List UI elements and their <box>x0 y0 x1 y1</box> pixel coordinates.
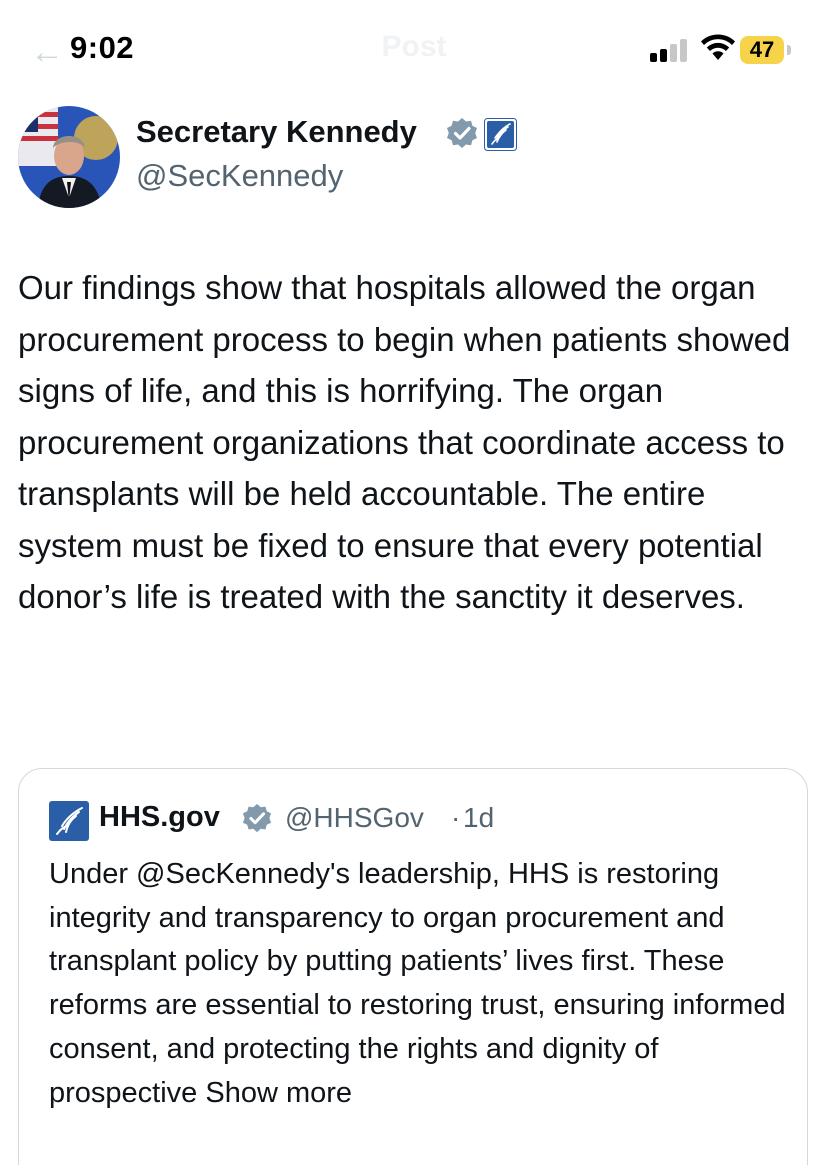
battery-tip <box>787 45 791 55</box>
post-text: Our findings show that hospitals allowed… <box>18 269 791 615</box>
verified-badge-icon <box>447 118 477 148</box>
wifi-icon <box>701 34 735 60</box>
show-more-link[interactable]: Show more <box>205 1077 352 1109</box>
quoted-author-handle[interactable]: @HHSGov <box>285 802 424 834</box>
avatar-image <box>18 106 120 208</box>
hhs-logo-icon <box>49 801 89 841</box>
quoted-author-name[interactable]: HHS.gov <box>99 801 220 834</box>
avatar[interactable] <box>18 106 120 208</box>
verified-badge-icon <box>242 803 272 833</box>
author-name[interactable]: Secretary Kennedy <box>136 114 417 150</box>
author-handle[interactable]: @SecKennedy <box>136 158 343 194</box>
quoted-timestamp: 1d <box>463 802 495 833</box>
cellular-signal-icon <box>650 38 692 62</box>
quoted-post-text: Under @SecKennedy's leadership, HHS is r… <box>49 853 794 1115</box>
post-detail-screen: ← 9:02 Post 47 Secretary Kennedy @SecKen… <box>0 0 828 1165</box>
quoted-separator: · <box>451 802 461 833</box>
battery-indicator: 47 <box>740 36 784 64</box>
battery-level: 47 <box>749 37 775 62</box>
quoted-post-card[interactable]: HHS.gov @HHSGov · 1d Under @SecKennedy's… <box>18 768 808 1165</box>
quoted-post-body: Under @SecKennedy's leadership, HHS is r… <box>49 858 786 1109</box>
status-bar: ← 9:02 Post 47 <box>0 0 828 100</box>
hhs-eagle-icon <box>484 118 517 151</box>
